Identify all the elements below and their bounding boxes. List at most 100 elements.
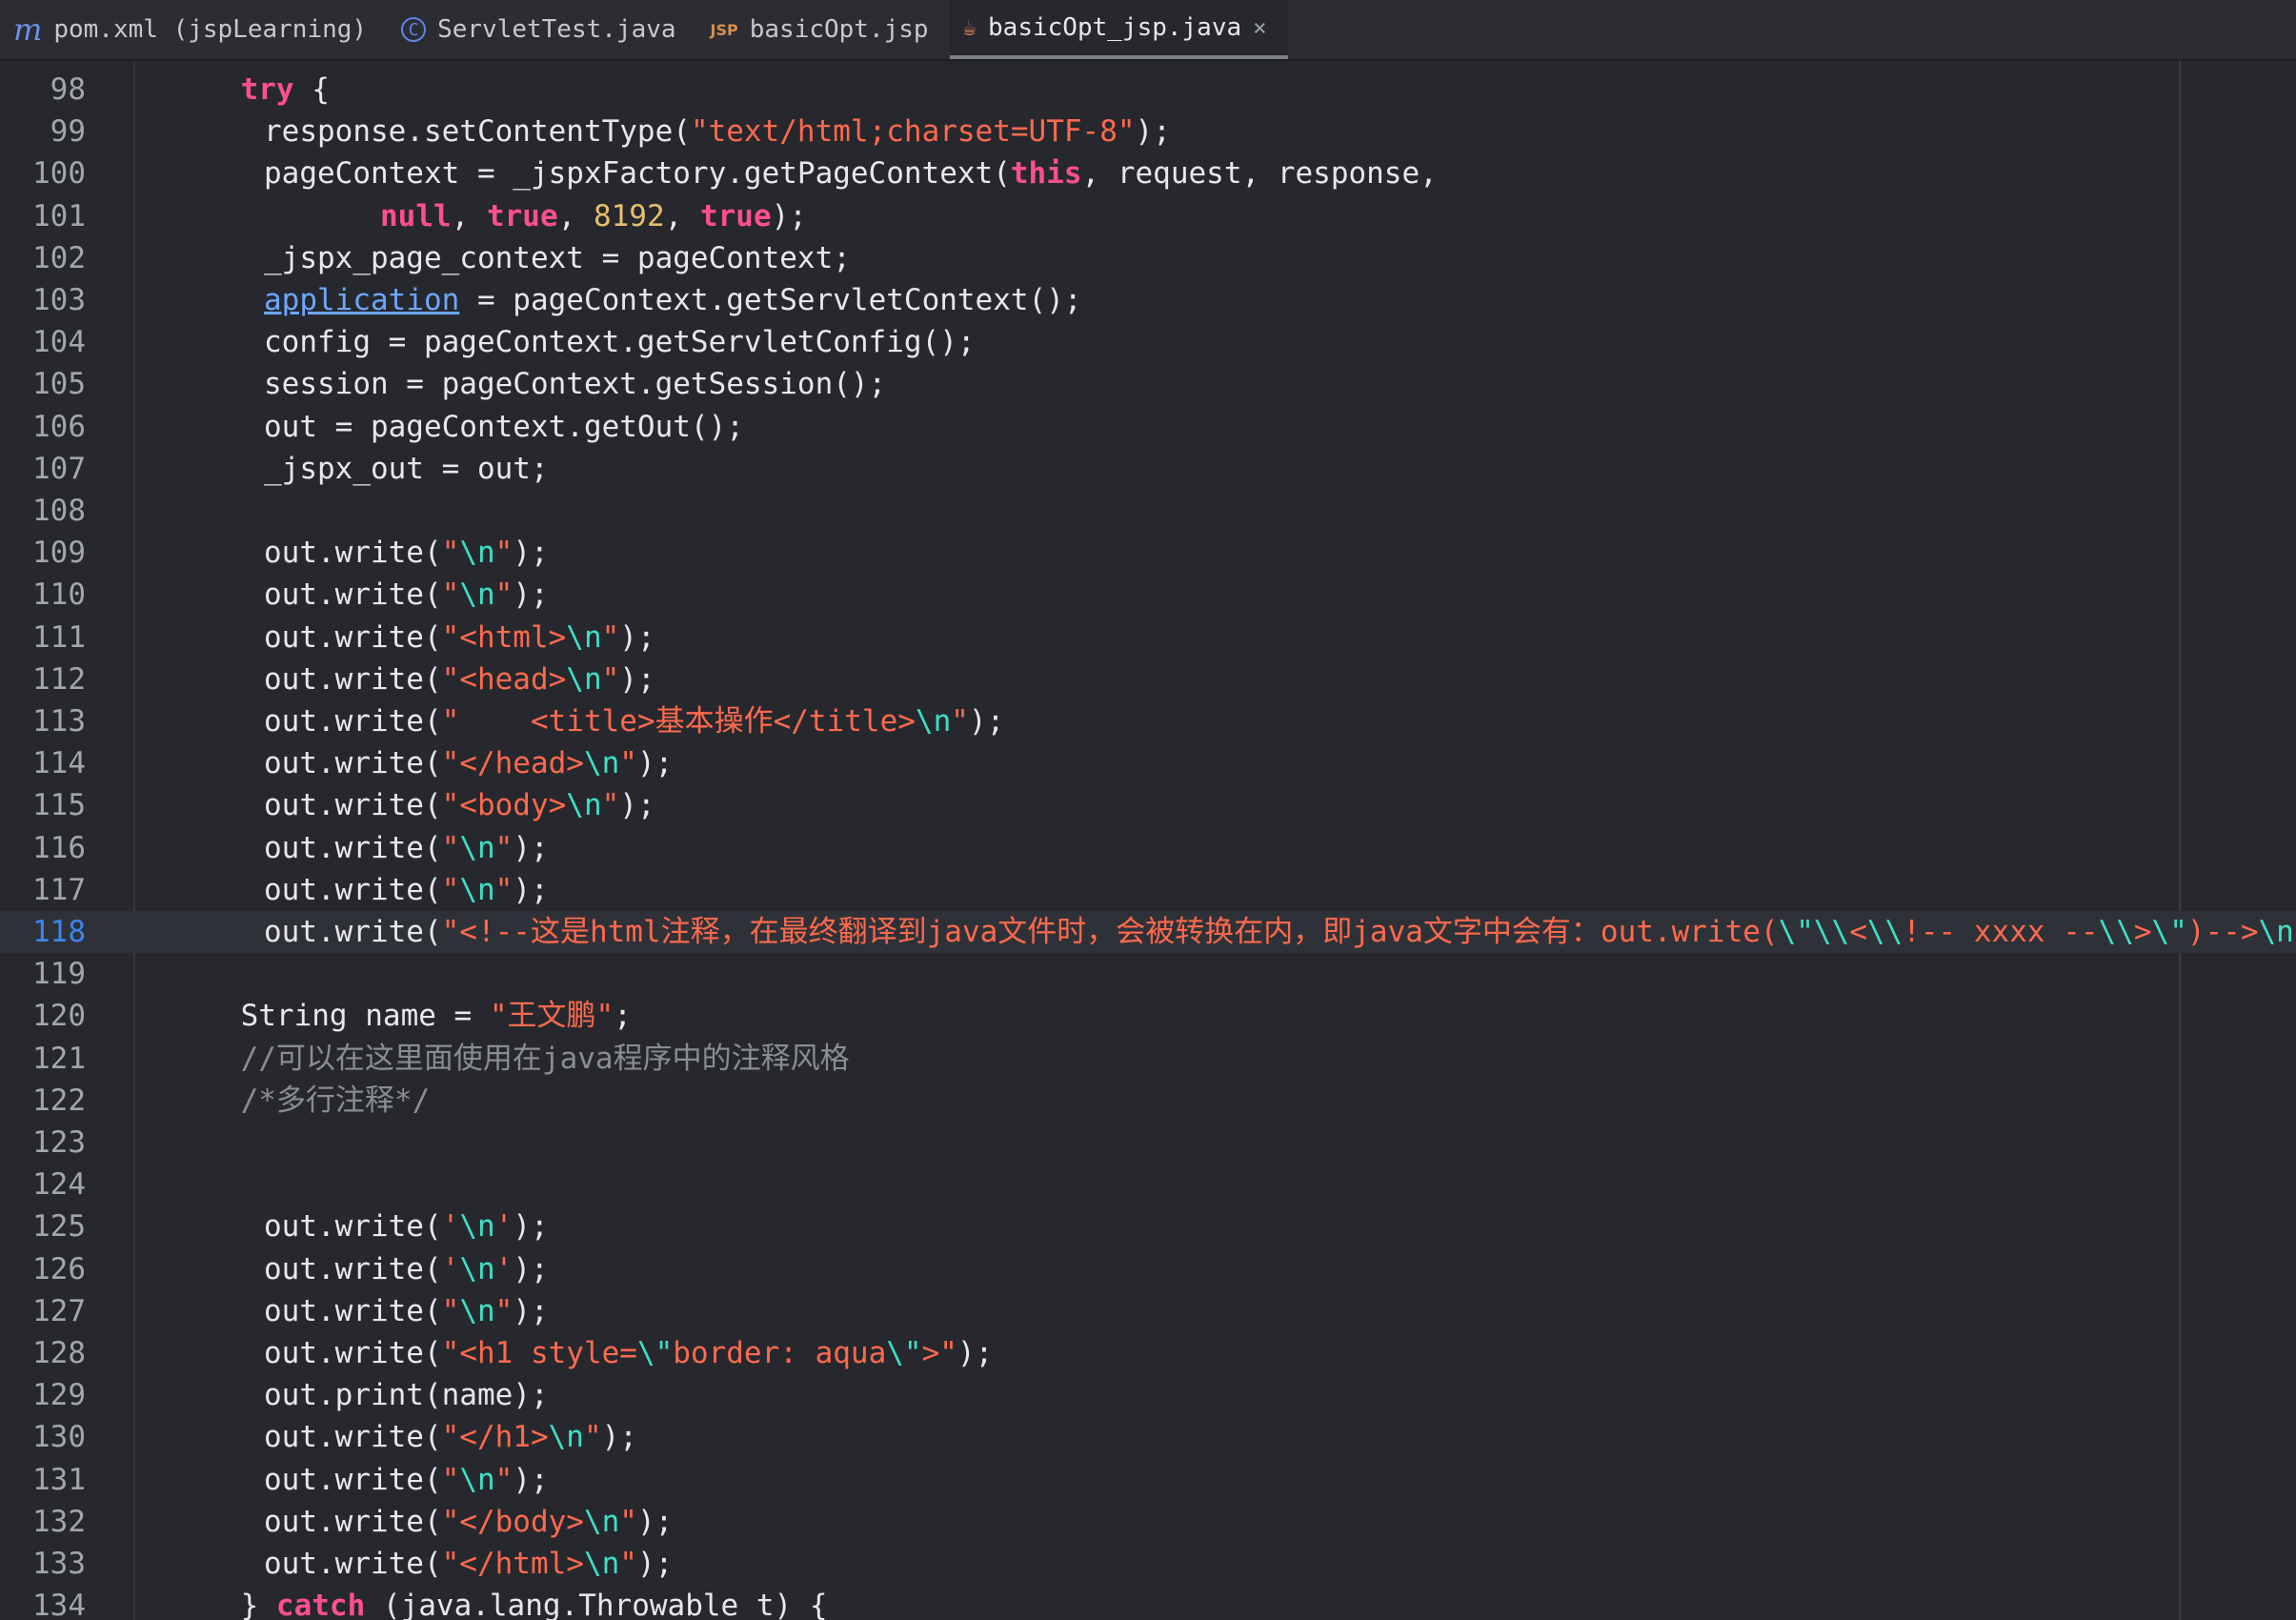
- code-token: "</body>: [441, 1504, 584, 1539]
- code-line[interactable]: 130 out.write("</h1>\n");: [0, 1416, 2296, 1458]
- code-line[interactable]: 112 out.write("<head>\n");: [0, 658, 2296, 700]
- code-line[interactable]: 127 out.write("\n");: [0, 1290, 2296, 1332]
- code-token: session = pageContext.getSession();: [264, 367, 887, 402]
- code-line[interactable]: 107 _jspx_out = out;: [0, 448, 2296, 490]
- code-token: \": [2151, 915, 2187, 949]
- line-number[interactable]: 104: [0, 321, 86, 363]
- code-line[interactable]: 110 out.write("\n");: [0, 574, 2296, 616]
- code-line[interactable]: 133 out.write("</html>\n");: [0, 1543, 2296, 1585]
- code-line[interactable]: 105 session = pageContext.getSession();: [0, 363, 2296, 405]
- code-line[interactable]: 99 response.setContentType("text/html;cha…: [0, 111, 2296, 152]
- line-number[interactable]: 130: [0, 1416, 86, 1458]
- line-number[interactable]: 121: [0, 1038, 86, 1080]
- line-number[interactable]: 129: [0, 1374, 86, 1416]
- code-line[interactable]: 117 out.write("\n");: [0, 869, 2296, 911]
- line-number[interactable]: 120: [0, 995, 86, 1037]
- line-number[interactable]: 133: [0, 1543, 86, 1585]
- line-number[interactable]: 132: [0, 1501, 86, 1543]
- code-text: _jspx_page_context = pageContext;: [264, 237, 851, 279]
- line-number[interactable]: 100: [0, 152, 86, 194]
- code-token: ": [619, 1504, 637, 1539]
- line-number[interactable]: 118: [0, 911, 86, 953]
- code-token: ;: [614, 999, 632, 1034]
- code-line[interactable]: 120 String name = "王文鹏";: [0, 995, 2296, 1037]
- line-number[interactable]: 114: [0, 742, 86, 784]
- code-line[interactable]: 114 out.write("</head>\n");: [0, 742, 2296, 784]
- code-line[interactable]: 106 out = pageContext.getOut();: [0, 406, 2296, 448]
- line-number[interactable]: 103: [0, 279, 86, 321]
- editor-tab[interactable]: JSP basicOpt.jsp: [697, 0, 950, 59]
- code-line[interactable]: 116 out.write("\n");: [0, 827, 2296, 869]
- line-number[interactable]: 105: [0, 363, 86, 405]
- line-number[interactable]: 111: [0, 617, 86, 658]
- line-number[interactable]: 109: [0, 532, 86, 574]
- line-number[interactable]: 110: [0, 574, 86, 616]
- code-line[interactable]: 131 out.write("\n");: [0, 1459, 2296, 1501]
- line-number[interactable]: 128: [0, 1332, 86, 1374]
- code-line[interactable]: 121 //可以在这里面使用在java程序中的注释风格: [0, 1038, 2296, 1080]
- code-token: "<body>: [441, 788, 567, 823]
- code-token: ": [619, 1547, 637, 1581]
- code-line[interactable]: 118 out.write("<!--这是html注释，在最终翻译到java文件时…: [0, 911, 2296, 953]
- code-token: , request, response,: [1081, 156, 1438, 192]
- code-line[interactable]: 122 /*多行注释*/: [0, 1080, 2296, 1122]
- code-line[interactable]: 128 out.write("<h1 style=\"border: aqua\"…: [0, 1332, 2296, 1374]
- line-number[interactable]: 131: [0, 1459, 86, 1501]
- code-line[interactable]: 132 out.write("</body>\n");: [0, 1501, 2296, 1543]
- code-token: );: [601, 1420, 637, 1455]
- code-text: out.write("<!--这是html注释，在最终翻译到java文件时，会被…: [264, 911, 2296, 953]
- line-number[interactable]: 98: [0, 69, 86, 111]
- line-number[interactable]: 99: [0, 111, 86, 152]
- line-number[interactable]: 117: [0, 869, 86, 911]
- line-number[interactable]: 127: [0, 1290, 86, 1332]
- code-line[interactable]: 111 out.write("<html>\n");: [0, 617, 2296, 658]
- code-line[interactable]: 126 out.write('\n');: [0, 1248, 2296, 1290]
- code-line[interactable]: 104 config = pageContext.getServletConfig…: [0, 321, 2296, 363]
- code-line[interactable]: 124: [0, 1164, 2296, 1205]
- close-tab-icon[interactable]: ×: [1253, 14, 1266, 41]
- code-line[interactable]: 123: [0, 1122, 2296, 1164]
- code-line[interactable]: 98 try {: [0, 69, 2296, 111]
- line-number[interactable]: 106: [0, 406, 86, 448]
- code-token: "</h1>: [441, 1420, 549, 1455]
- code-line[interactable]: 102 _jspx_page_context = pageContext;: [0, 237, 2296, 279]
- line-number[interactable]: 108: [0, 490, 86, 532]
- line-number[interactable]: 125: [0, 1205, 86, 1247]
- line-number[interactable]: 116: [0, 827, 86, 869]
- code-line[interactable]: 129 out.print(name);: [0, 1374, 2296, 1416]
- line-number[interactable]: 123: [0, 1122, 86, 1164]
- code-text: response.setContentType("text/html;chars…: [264, 111, 1171, 152]
- code-line[interactable]: 109 out.write("\n");: [0, 532, 2296, 574]
- line-number[interactable]: 119: [0, 953, 86, 995]
- code-token: ": [494, 577, 514, 613]
- code-line[interactable]: 119: [0, 953, 2296, 995]
- code-line[interactable]: 108: [0, 490, 2296, 532]
- line-number[interactable]: 134: [0, 1585, 86, 1620]
- code-line[interactable]: 100 pageContext = _jspxFactory.getPageCon…: [0, 152, 2296, 194]
- editor-tab[interactable]: ☕ basicOpt_jsp.java ×: [949, 0, 1288, 59]
- line-number[interactable]: 101: [0, 195, 86, 237]
- code-editor[interactable]: 98 try {99 response.setContentType("text/h…: [0, 61, 2296, 1620]
- line-number[interactable]: 124: [0, 1164, 86, 1205]
- editor-tab[interactable]: C ServletTest.java: [388, 0, 696, 59]
- line-number[interactable]: 102: [0, 237, 86, 279]
- line-number[interactable]: 113: [0, 700, 86, 742]
- code-line[interactable]: 134} catch (java.lang.Throwable t) {: [0, 1585, 2296, 1620]
- code-token: "</head>: [441, 746, 584, 781]
- code-line[interactable]: 125 out.write('\n');: [0, 1205, 2296, 1247]
- code-token[interactable]: application: [264, 283, 459, 317]
- code-text: out.write("</html>\n");: [264, 1543, 673, 1585]
- code-text: out.write("\n");: [264, 827, 549, 869]
- code-line[interactable]: 115 out.write("<body>\n");: [0, 784, 2296, 826]
- line-number[interactable]: 115: [0, 784, 86, 826]
- editor-tab[interactable]: m pom.xml (jspLearning): [0, 0, 388, 59]
- line-number[interactable]: 126: [0, 1248, 86, 1290]
- line-number[interactable]: 107: [0, 448, 86, 490]
- code-token: out.write(: [264, 1462, 442, 1497]
- code-token: ": [601, 619, 620, 655]
- line-number[interactable]: 112: [0, 658, 86, 700]
- code-line[interactable]: 101 null, true, 8192, true);: [0, 195, 2296, 237]
- line-number[interactable]: 122: [0, 1080, 86, 1122]
- code-line[interactable]: 113 out.write(" <title>基本操作</title>\n");: [0, 700, 2296, 742]
- code-line[interactable]: 103 application = pageContext.getServletC…: [0, 279, 2296, 321]
